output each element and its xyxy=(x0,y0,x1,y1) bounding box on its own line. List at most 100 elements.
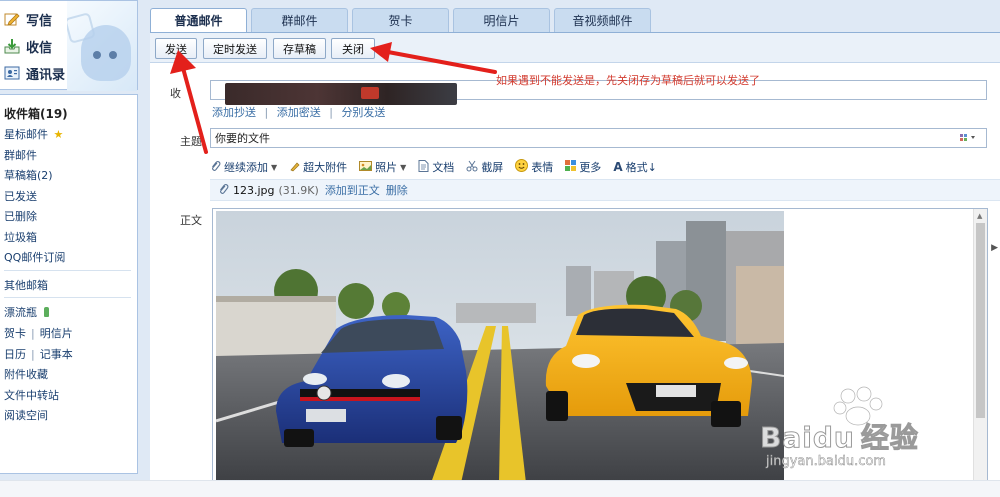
inbox-icon xyxy=(4,38,20,54)
annotation-note: 如果遇到不能发送是，先关闭存为草稿后就可以发送了 xyxy=(496,74,760,87)
redacted-recipient xyxy=(225,83,457,105)
app-drift-bottle-label: 漂流瓶 xyxy=(4,306,37,319)
subject-value: 你要的文件 xyxy=(215,132,270,145)
paperclip-icon xyxy=(218,183,229,198)
app-attach-favorites[interactable]: 附件收藏 xyxy=(4,366,48,382)
photo-button[interactable]: 照片 ▼ xyxy=(359,159,406,175)
scissors-icon xyxy=(466,160,478,175)
paperclip-icon xyxy=(210,160,221,175)
tab-group-mail[interactable]: 群邮件 xyxy=(251,8,348,32)
contacts-icon xyxy=(4,65,20,81)
folder-trash[interactable]: 垃圾箱 xyxy=(4,229,37,245)
tab-normal-mail[interactable]: 普通邮件 xyxy=(150,8,247,32)
close-button[interactable]: 关闭 xyxy=(331,38,375,59)
document-icon xyxy=(418,159,429,175)
body-label: 正文 xyxy=(180,214,202,227)
add-cc-link[interactable]: 添加抄送 xyxy=(212,106,256,119)
folder-list: 收件箱(19) 星标邮件 ★ 群邮件 草稿箱(2) 已发送 已删除 垃圾箱 QQ… xyxy=(0,94,138,474)
folder-subscriptions[interactable]: QQ邮件订阅 xyxy=(4,249,65,265)
more-label: 更多 xyxy=(579,161,602,174)
emoji-label: 表情 xyxy=(531,161,554,174)
folder-sent[interactable]: 已发送 xyxy=(4,188,37,204)
attachment-size: (31.9K) xyxy=(278,183,319,197)
tab-greeting-card[interactable]: 贺卡 xyxy=(352,8,449,32)
large-attachment-button[interactable]: 超大附件 xyxy=(289,159,347,175)
divider xyxy=(4,270,131,271)
photo-icon xyxy=(359,160,373,175)
app-notepad[interactable]: 记事本 xyxy=(40,348,73,361)
separator: | xyxy=(31,348,35,361)
add-attachment-button[interactable]: 继续添加 ▼ xyxy=(210,159,277,175)
body-editor[interactable]: ▲ xyxy=(212,208,988,497)
photo-label: 照片 xyxy=(375,161,398,174)
app-greeting-card[interactable]: 贺卡 xyxy=(4,327,26,340)
screenshot-button[interactable]: 截屏 xyxy=(466,159,503,175)
large-attachment-icon xyxy=(289,160,300,175)
large-attachment-label: 超大附件 xyxy=(303,161,348,174)
subject-options-icon[interactable] xyxy=(960,133,976,146)
page-footer xyxy=(0,480,1000,497)
tab-av-mail[interactable]: 音视频邮件 xyxy=(554,8,651,32)
attachment-item: 123.jpg (31.9K) 添加到正文 删除 xyxy=(210,179,1000,201)
receive-button[interactable]: 收信 xyxy=(4,36,52,56)
format-label: 格式↓ xyxy=(625,161,657,174)
folder-starred[interactable]: 星标邮件 ★ xyxy=(4,126,63,142)
compose-label: 写信 xyxy=(26,13,53,29)
sidebar-actions-panel: 写信 收信 通讯录 xyxy=(0,0,138,91)
app-file-transfer[interactable]: 文件中转站 xyxy=(4,387,59,403)
expand-arrow-icon[interactable]: ▶ xyxy=(991,243,998,253)
delete-attachment-link[interactable]: 删除 xyxy=(386,182,408,198)
document-button[interactable]: 文档 xyxy=(418,159,454,175)
add-attachment-label: 继续添加 xyxy=(224,161,268,174)
receive-label: 收信 xyxy=(26,40,53,56)
app-calendar[interactable]: 日历 xyxy=(4,348,26,361)
scrollbar-thumb[interactable] xyxy=(976,223,985,418)
grid-icon xyxy=(565,160,577,174)
more-button[interactable]: 更多 xyxy=(565,159,601,175)
contacts-label: 通讯录 xyxy=(26,67,66,83)
mascot-decoration xyxy=(67,1,137,91)
folder-inbox[interactable]: 收件箱(19) xyxy=(4,105,68,122)
chevron-down-icon[interactable]: ▼ xyxy=(400,163,406,172)
app-drift-bottle[interactable]: 漂流瓶 xyxy=(4,304,49,320)
tab-postcard[interactable]: 明信片 xyxy=(453,8,550,32)
contacts-button[interactable]: 通讯录 xyxy=(4,63,65,83)
bottle-icon xyxy=(43,307,49,317)
folder-drafts[interactable]: 草稿箱(2) xyxy=(4,167,53,183)
separator: | xyxy=(31,327,35,340)
screenshot-label: 截屏 xyxy=(481,161,504,174)
inline-photo-cars xyxy=(216,211,784,483)
app-postcard[interactable]: 明信片 xyxy=(40,327,73,340)
scheduled-send-button[interactable]: 定时发送 xyxy=(203,38,267,59)
app-calendar-row: 日历 | 记事本 xyxy=(4,346,73,362)
chevron-down-icon[interactable]: ▼ xyxy=(271,163,277,172)
subject-input[interactable]: 你要的文件 xyxy=(210,128,987,148)
save-draft-button[interactable]: 存草稿 xyxy=(273,38,326,59)
folder-group[interactable]: 群邮件 xyxy=(4,147,37,163)
folder-starred-label: 星标邮件 xyxy=(4,128,48,141)
cc-links: 添加抄送 | 添加密送 | 分别发送 xyxy=(212,104,385,120)
separate-send-link[interactable]: 分别发送 xyxy=(341,106,385,119)
document-label: 文档 xyxy=(432,161,455,174)
emoji-button[interactable]: 表情 xyxy=(515,159,553,175)
format-button[interactable]: A 格式↓ xyxy=(613,159,657,175)
body-scrollbar[interactable]: ▲ xyxy=(973,209,987,497)
subject-label: 主题 xyxy=(180,135,202,148)
separator: | xyxy=(329,106,333,119)
divider xyxy=(4,297,131,298)
star-icon: ★ xyxy=(53,128,64,141)
app-reading-space[interactable]: 阅读空间 xyxy=(4,407,48,423)
attachment-toolbar: 继续添加 ▼ 超大附件 照片 ▼ 文档 截屏 表情 更多 A 格式↓ xyxy=(210,158,669,176)
add-to-body-link[interactable]: 添加到正文 xyxy=(325,182,380,198)
folder-deleted[interactable]: 已删除 xyxy=(4,208,37,224)
app-cards-row: 贺卡 | 明信片 xyxy=(4,325,73,341)
attachment-filename: 123.jpg xyxy=(233,183,275,197)
send-button[interactable]: 发送 xyxy=(155,38,197,59)
smiley-icon xyxy=(515,159,529,175)
folder-other-mailbox[interactable]: 其他邮箱 xyxy=(4,277,48,293)
scroll-up-icon[interactable]: ▲ xyxy=(977,212,982,220)
font-format-icon: A xyxy=(613,160,623,174)
pencil-icon xyxy=(4,11,20,27)
add-bcc-link[interactable]: 添加密送 xyxy=(277,106,321,119)
compose-button[interactable]: 写信 xyxy=(4,9,52,29)
